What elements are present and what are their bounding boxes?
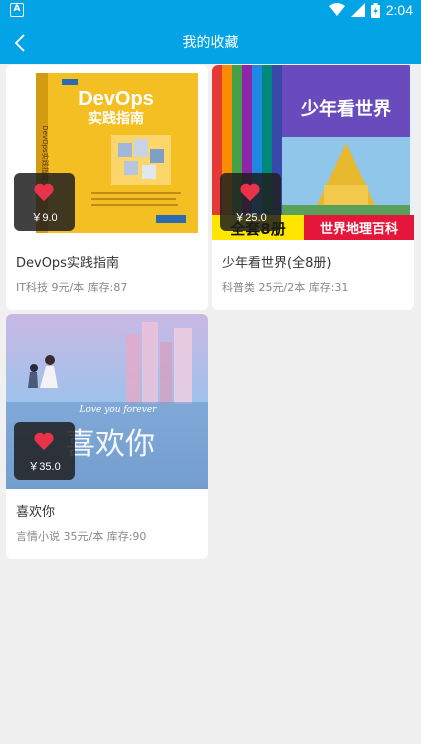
- favorite-card[interactable]: 少年看世界 全套8册 世界地理百科 ￥25.0 少年看世界(全8册) 科普类 2…: [212, 65, 414, 310]
- heart-icon: [34, 432, 54, 451]
- stock-label: 库存:: [87, 281, 114, 294]
- favorite-card[interactable]: DevOps 实践指南 DevOps实践指南 ￥9.0 DevOps实践指南 I…: [6, 65, 208, 310]
- book-title: 喜欢你: [16, 505, 56, 520]
- book-unit-price: 9元/本: [51, 281, 85, 294]
- book-title: 少年看世界(全8册): [222, 256, 332, 271]
- cover-heading: 少年看世界: [300, 98, 391, 120]
- heart-icon: [34, 183, 54, 202]
- stock-count: 90: [132, 530, 147, 543]
- heart-icon: [240, 183, 260, 202]
- favorite-toggle[interactable]: ￥9.0: [14, 173, 75, 231]
- book-unit-price: 25元/2本: [258, 281, 306, 294]
- stock-label: 库存:: [106, 530, 133, 543]
- cover-banner-right: 世界地理百科: [320, 221, 398, 237]
- favorite-toggle[interactable]: ￥35.0: [14, 422, 75, 480]
- status-icons: 2:04: [328, 2, 413, 18]
- app-bar: 我的收藏: [0, 22, 421, 64]
- price-label: ￥9.0: [31, 212, 58, 224]
- status-bar: A 2:04: [0, 0, 421, 22]
- back-button[interactable]: [6, 28, 34, 58]
- price-label: ￥35.0: [28, 461, 61, 473]
- clock: 2:04: [385, 2, 413, 18]
- price-label: ￥25.0: [234, 212, 267, 224]
- wifi-icon: [328, 3, 345, 16]
- book-meta: IT科技 9元/本 库存:87: [16, 279, 127, 295]
- battery-icon: [370, 2, 380, 18]
- favorite-card[interactable]: Love you forever 喜欢你 ￥35.0 喜欢你 言情小说 35元/…: [6, 314, 208, 559]
- book-meta: 科普类 25元/2本 库存:31: [222, 279, 348, 295]
- book-unit-price: 35元/本: [63, 530, 104, 543]
- book-category: IT科技: [16, 281, 48, 294]
- stock-count: 87: [113, 281, 128, 294]
- book-title: DevOps实践指南: [16, 256, 119, 271]
- book-category: 言情小说: [16, 530, 60, 543]
- cover-heading: DevOps: [78, 88, 154, 110]
- book-category: 科普类: [222, 281, 255, 294]
- cover-subheading: 实践指南: [88, 110, 144, 127]
- cover-script: Love you forever: [79, 405, 158, 415]
- chevron-left-icon: [14, 34, 25, 52]
- cell-signal-icon: [350, 3, 365, 17]
- book-meta: 言情小说 35元/本 库存:90: [16, 528, 146, 544]
- notification-icon: A: [10, 3, 24, 17]
- page-title: 我的收藏: [182, 35, 239, 51]
- favorite-toggle[interactable]: ￥25.0: [220, 173, 281, 231]
- stock-label: 库存:: [308, 281, 335, 294]
- stock-count: 31: [334, 281, 349, 294]
- cover-heading: 喜欢你: [65, 427, 155, 462]
